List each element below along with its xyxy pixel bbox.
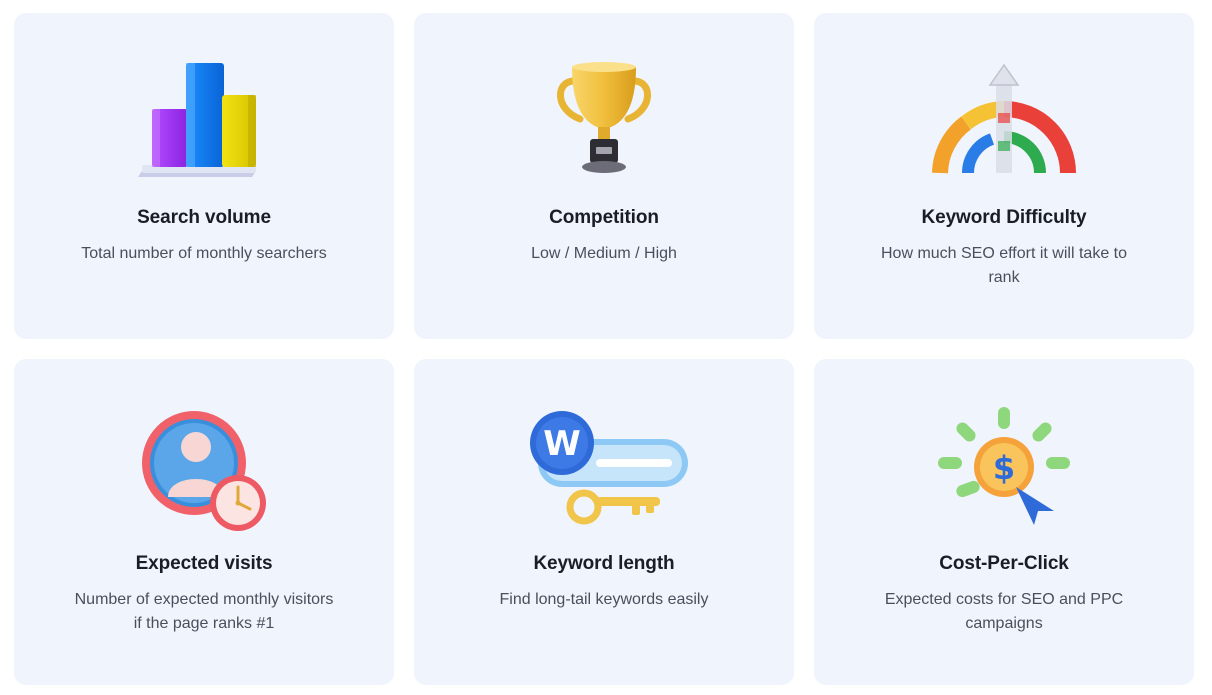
- card-description: Low / Medium / High: [531, 245, 677, 262]
- card-title: Cost-Per-Click: [939, 553, 1069, 574]
- difficulty-gauge-icon: [904, 53, 1104, 193]
- card-description: Expected costs for SEO and PPC campaigns: [884, 591, 1124, 632]
- card-keyword-length: W Keyword length Find long-tail keywords…: [414, 359, 794, 685]
- card-title: Expected visits: [135, 553, 273, 574]
- card-competition: Competition Low / Medium / High: [414, 13, 794, 339]
- card-expected-visits: Expected visits Number of expected month…: [14, 359, 394, 685]
- key-search-icon: W: [504, 399, 704, 539]
- card-title: Keyword length: [533, 553, 675, 574]
- card-title: Search volume: [137, 207, 271, 228]
- card-keyword-difficulty: Keyword Difficulty How much SEO effort i…: [814, 13, 1194, 339]
- card-search-volume: Search volume Total number of monthly se…: [14, 13, 394, 339]
- trophy-icon: [504, 53, 704, 193]
- card-cost-per-click: $ Cost-Per-Click Expected costs for SEO …: [814, 359, 1194, 685]
- card-description: Total number of monthly searchers: [81, 245, 327, 262]
- card-description: Number of expected monthly visitors if t…: [74, 591, 334, 632]
- svg-text:W: W: [543, 424, 581, 464]
- card-description: How much SEO effort it will take to rank: [880, 245, 1127, 286]
- user-clock-icon: [104, 399, 304, 539]
- card-title: Keyword Difficulty: [921, 207, 1087, 228]
- dollar-coin-click-icon: $: [904, 399, 1104, 539]
- card-title: Competition: [549, 207, 659, 228]
- card-description: Find long-tail keywords easily: [499, 591, 709, 608]
- svg-text:$: $: [993, 449, 1015, 487]
- bar-chart-icon: [104, 53, 304, 193]
